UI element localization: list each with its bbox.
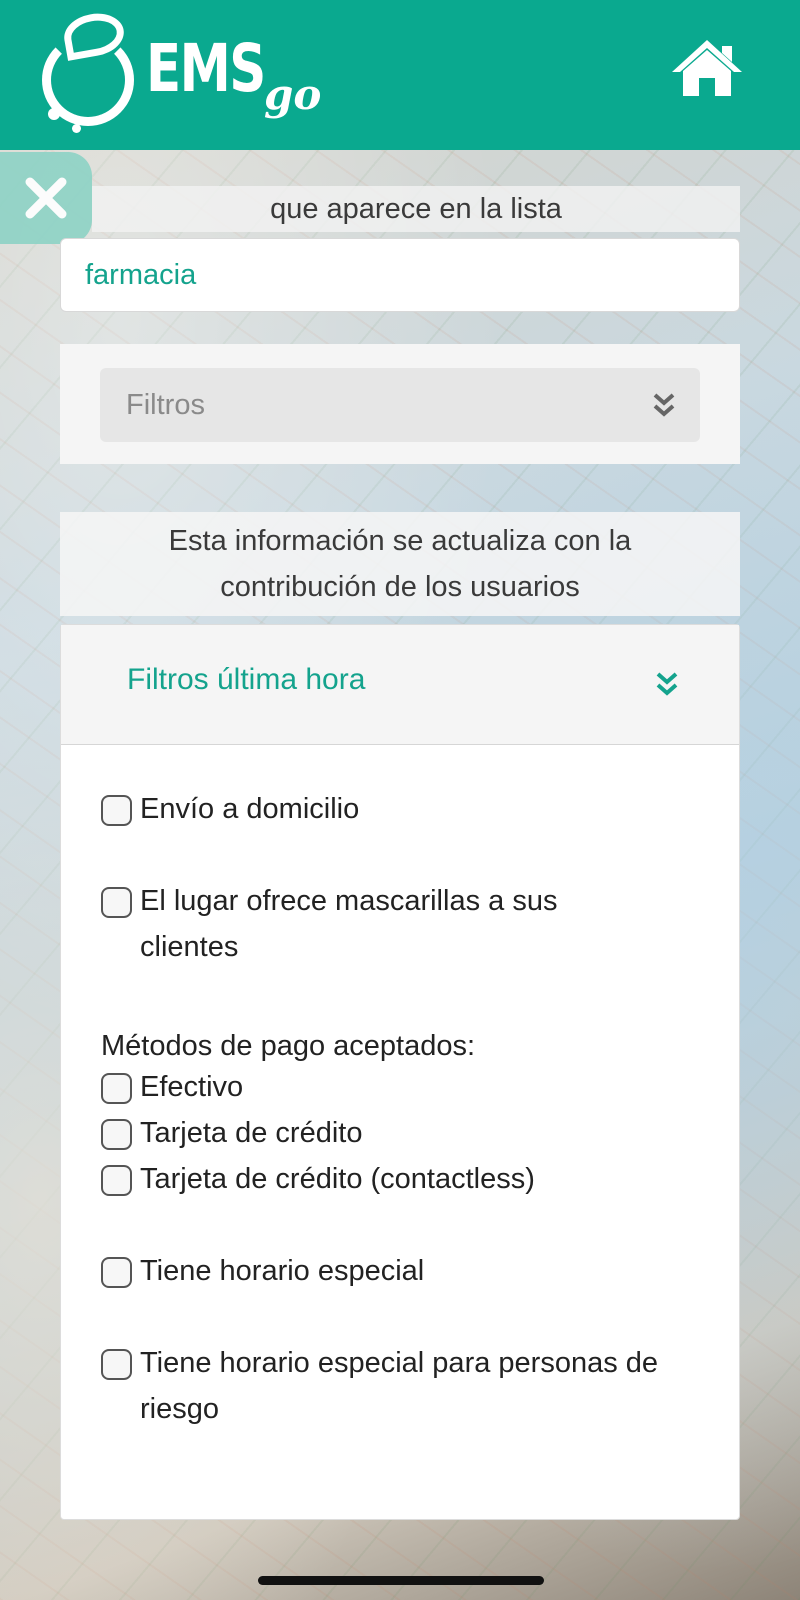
last-hour-filters-toggle[interactable]: Filtros última hora — [61, 625, 739, 745]
logo-dot — [72, 124, 81, 133]
checkbox[interactable] — [101, 887, 132, 918]
label-line: clientes — [140, 931, 239, 963]
checkbox-label: Tarjeta de crédito (contactless) — [140, 1163, 535, 1195]
checkbox-label: El lugar ofrece mascarillas a sus client… — [140, 878, 557, 970]
filters-panel: Filtros — [60, 344, 740, 464]
close-button[interactable] — [0, 152, 92, 244]
filter-risk-hours[interactable]: Tiene horario especial para personas de … — [101, 1347, 658, 1432]
checkbox-label: Efectivo — [140, 1071, 244, 1103]
info-line: Esta información se actualiza con la — [168, 525, 632, 557]
checkbox[interactable] — [101, 1257, 132, 1288]
double-chevron-down-icon — [656, 672, 678, 696]
filter-delivery[interactable]: Envío a domicilio — [101, 793, 359, 832]
filter-masks[interactable]: El lugar ofrece mascarillas a sus client… — [101, 885, 557, 970]
checkbox[interactable] — [101, 1349, 132, 1380]
info-line: contribución de los usuarios — [220, 571, 580, 603]
checkbox-label: Tarjeta de crédito — [140, 1117, 363, 1149]
app-header: EMS go — [0, 0, 800, 150]
filter-payment-cash[interactable]: Efectivo — [101, 1071, 243, 1110]
filters-select[interactable]: Filtros — [100, 368, 700, 442]
filters-select-value: Filtros — [126, 389, 205, 421]
last-hour-filters-panel: Filtros última hora Envío a domicilio El… — [60, 624, 740, 1520]
checkbox[interactable] — [101, 1073, 132, 1104]
search-input[interactable]: farmacia — [60, 238, 740, 312]
close-icon — [25, 177, 67, 219]
checkbox[interactable] — [101, 1165, 132, 1196]
filter-payment-contactless[interactable]: Tarjeta de crédito (contactless) — [101, 1163, 535, 1202]
payment-methods-label: Métodos de pago aceptados: — [101, 1030, 476, 1062]
checkbox[interactable] — [101, 795, 132, 826]
logo-text: EMS — [146, 30, 266, 107]
last-hour-filters-title: Filtros última hora — [127, 663, 366, 696]
logo-dot — [48, 108, 60, 120]
label-line: El lugar ofrece mascarillas a sus — [140, 885, 558, 917]
checkbox[interactable] — [101, 1119, 132, 1150]
label-line: Tiene horario especial para personas de — [140, 1347, 659, 1379]
home-icon — [672, 40, 742, 96]
label-line: riesgo — [140, 1393, 219, 1425]
home-indicator[interactable] — [258, 1576, 544, 1585]
info-message: Esta información se actualiza con la con… — [60, 512, 740, 616]
filter-payment-credit[interactable]: Tarjeta de crédito — [101, 1117, 362, 1156]
checkbox-label: Tiene horario especial para personas de … — [140, 1340, 658, 1432]
filter-special-hours[interactable]: Tiene horario especial — [101, 1255, 424, 1294]
logo-suffix: go — [264, 70, 322, 119]
checkbox-label: Tiene horario especial — [140, 1255, 425, 1287]
home-button[interactable] — [670, 38, 744, 98]
double-chevron-down-icon — [653, 393, 675, 417]
checkbox-label: Envío a domicilio — [140, 793, 360, 825]
search-hint: que aparece en la lista — [92, 186, 740, 232]
